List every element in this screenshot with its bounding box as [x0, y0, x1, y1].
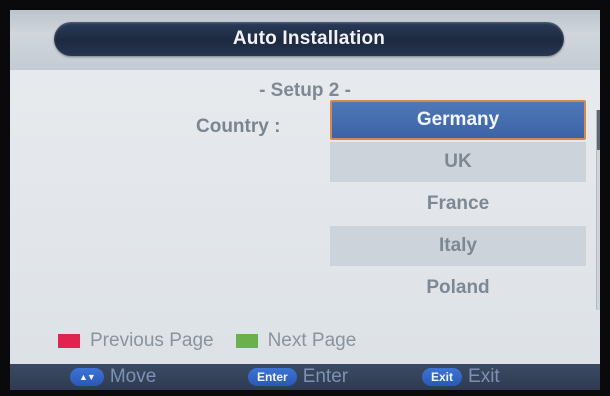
- country-option-italy[interactable]: Italy: [330, 226, 586, 266]
- title-bar: Auto Installation: [10, 10, 600, 70]
- enter-hint-label: Enter: [302, 366, 349, 387]
- enter-key-chip[interactable]: Enter: [248, 368, 297, 386]
- exit-key-chip[interactable]: Exit: [422, 368, 463, 386]
- move-hint-label: Move: [109, 366, 157, 387]
- red-key-swatch: [58, 334, 80, 348]
- page-title: Auto Installation: [232, 28, 386, 49]
- page-hints: Previous Page Next Page: [58, 328, 356, 354]
- osd-screen: Auto Installation - Setup 2 - Country : …: [10, 10, 600, 390]
- move-hint: ▲▼ Move: [70, 366, 157, 387]
- setup-step-label: - Setup 2 -: [259, 80, 351, 101]
- exit-hint: Exit Exit: [422, 366, 500, 387]
- country-option-germany[interactable]: Germany: [330, 100, 586, 140]
- title-pill: Auto Installation: [54, 22, 564, 56]
- exit-hint-label: Exit: [468, 366, 500, 387]
- country-option-poland[interactable]: Poland: [330, 268, 586, 308]
- country-label: Country :: [196, 116, 281, 137]
- previous-page-hint[interactable]: Previous Page: [90, 330, 214, 352]
- scrollbar-thumb[interactable]: [597, 110, 600, 150]
- country-scrollbar[interactable]: [596, 110, 600, 310]
- country-option-france[interactable]: France: [330, 184, 586, 224]
- enter-hint: Enter Enter: [248, 366, 349, 387]
- green-key-swatch: [235, 334, 258, 348]
- next-page-hint[interactable]: Next Page: [268, 330, 357, 352]
- country-list[interactable]: Germany UK France Italy Poland: [330, 100, 588, 310]
- key-help-bar: ▲▼ Move Enter Enter Exit Exit: [10, 364, 600, 390]
- country-option-uk[interactable]: UK: [330, 142, 586, 182]
- up-down-arrows-icon: ▲▼: [70, 368, 104, 386]
